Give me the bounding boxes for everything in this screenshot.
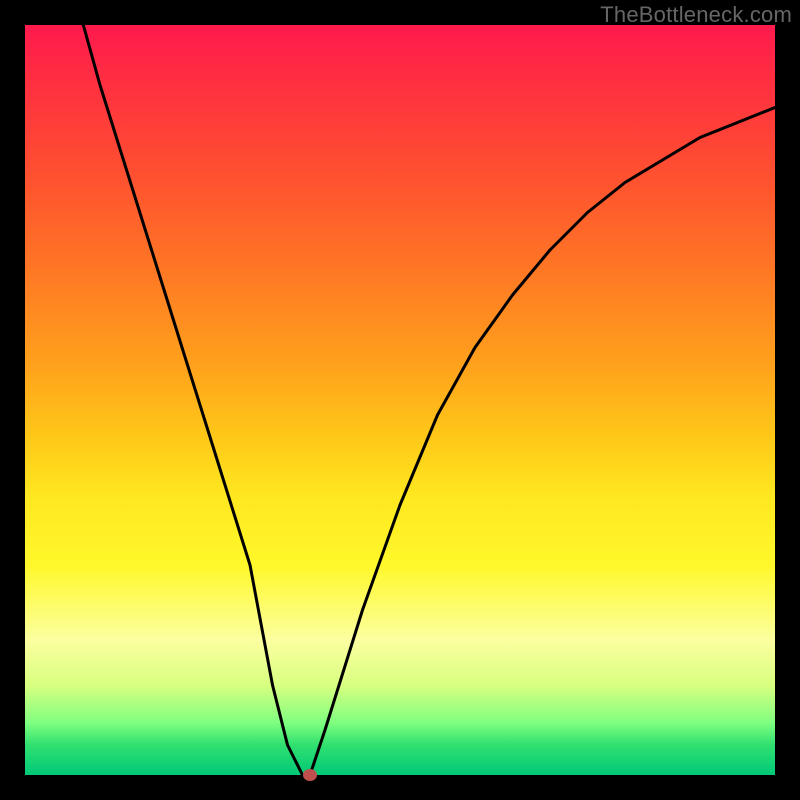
optimum-marker [303,769,317,781]
plot-area [25,25,775,775]
bottleneck-curve [25,25,775,775]
chart-frame: TheBottleneck.com [0,0,800,800]
curve-svg [25,25,775,775]
